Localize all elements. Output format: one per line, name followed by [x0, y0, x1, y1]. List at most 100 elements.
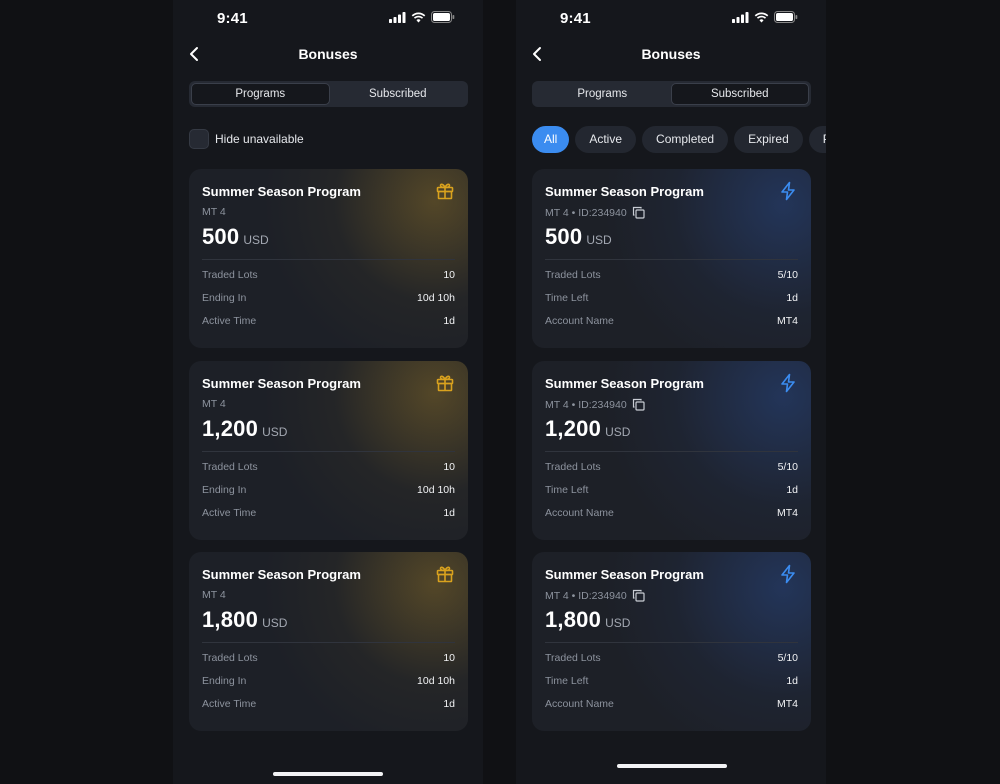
detail-label: Ending In	[202, 675, 247, 687]
wifi-icon	[754, 12, 769, 22]
filter-chip-expired[interactable]: Expired	[734, 126, 803, 153]
tab-programs[interactable]: Programs	[534, 83, 671, 105]
detail-label: Traded Lots	[545, 269, 601, 281]
card-amount: 500 USD	[202, 224, 269, 250]
status-icons	[732, 11, 798, 23]
card-title: Summer Season Program	[545, 184, 704, 199]
detail-row: Account Name MT4	[545, 315, 798, 338]
detail-value: 5/10	[777, 461, 798, 473]
hide-unavailable-checkbox[interactable]	[189, 129, 209, 149]
card-subtitle: MT 4 • ID:234940	[545, 589, 645, 602]
home-indicator[interactable]	[273, 772, 383, 776]
tab-subscribed[interactable]: Subscribed	[330, 83, 467, 105]
home-indicator[interactable]	[617, 764, 727, 768]
bonus-card[interactable]: Summer Season Program MT 4 • ID:234940 1…	[532, 552, 811, 731]
detail-label: Traded Lots	[202, 269, 258, 281]
page-title: Bonuses	[298, 46, 358, 62]
tab-programs[interactable]: Programs	[191, 83, 330, 105]
detail-value: 10d 10h	[417, 484, 455, 496]
card-subtitle: MT 4	[202, 589, 226, 601]
tab-switcher: Programs Subscribed	[532, 81, 811, 107]
amount-value: 1,800	[545, 607, 602, 632]
detail-row: Traded Lots 5/10	[545, 269, 798, 292]
hide-unavailable-row[interactable]: Hide unavailable	[189, 129, 304, 149]
detail-label: Traded Lots	[202, 461, 258, 473]
hide-unavailable-label: Hide unavailable	[215, 132, 304, 146]
filter-chip-all[interactable]: All	[532, 126, 570, 153]
phone-programs: 9:41 Bonuses Programs Subscribed Hide un…	[173, 0, 483, 784]
status-icons	[389, 11, 455, 23]
detail-value: 10	[443, 269, 455, 281]
detail-row: Active Time 1d	[202, 698, 455, 721]
amount-currency: USD	[605, 425, 631, 439]
detail-label: Ending In	[202, 292, 247, 304]
detail-value: 5/10	[777, 269, 798, 281]
card-subtitle: MT 4	[202, 398, 226, 410]
gift-icon	[436, 183, 454, 200]
detail-row: Time Left 1d	[545, 675, 798, 698]
detail-label: Active Time	[202, 507, 257, 519]
card-title: Summer Season Program	[202, 184, 361, 199]
detail-label: Active Time	[202, 315, 257, 327]
gift-icon	[436, 375, 454, 392]
card-amount: 1,800 USD	[202, 607, 287, 633]
bonus-card[interactable]: Summer Season Program MT 4 1,800 USD Tra…	[189, 552, 468, 731]
detail-value: 1d	[786, 484, 798, 496]
status-time: 9:41	[217, 10, 248, 27]
detail-row: Account Name MT4	[545, 698, 798, 721]
detail-row: Traded Lots 5/10	[545, 652, 798, 675]
detail-row: Ending In 10d 10h	[202, 292, 455, 315]
card-platform-id: MT 4 • ID:234940	[545, 206, 627, 219]
detail-label: Traded Lots	[545, 652, 601, 664]
page-title: Bonuses	[641, 46, 701, 62]
detail-value: 5/10	[777, 652, 798, 664]
detail-row: Account Name MT4	[545, 507, 798, 530]
lightning-icon	[781, 564, 795, 584]
detail-row: Active Time 1d	[202, 507, 455, 530]
phone-subscribed: 9:41 Bonuses Programs Subscribed All Act…	[516, 0, 826, 784]
copy-icon[interactable]	[632, 206, 645, 219]
filter-chip-completed[interactable]: Completed	[642, 126, 729, 153]
detail-label: Account Name	[545, 315, 614, 327]
detail-label: Time Left	[545, 484, 589, 496]
card-platform: MT 4	[202, 206, 226, 218]
bonus-card[interactable]: Summer Season Program MT 4 1,200 USD Tra…	[189, 361, 468, 540]
card-title: Summer Season Program	[202, 567, 361, 582]
card-details: Traded Lots 10 Ending In 10d 10h Active Ti…	[202, 461, 455, 530]
nav-bar: Bonuses	[516, 38, 826, 70]
card-divider	[202, 259, 455, 260]
status-bar: 9:41	[173, 0, 483, 36]
amount-currency: USD	[262, 425, 288, 439]
amount-currency: USD	[262, 616, 288, 630]
card-subtitle: MT 4 • ID:234940	[545, 206, 645, 219]
card-amount: 500 USD	[545, 224, 612, 250]
amount-value: 1,200	[202, 416, 259, 441]
detail-value: 1d	[443, 698, 455, 710]
status-time: 9:41	[560, 10, 591, 27]
bonus-card[interactable]: Summer Season Program MT 4 500 USD Trade…	[189, 169, 468, 348]
card-details: Traded Lots 10 Ending In 10d 10h Active Ti…	[202, 652, 455, 721]
detail-value: 10	[443, 461, 455, 473]
detail-label: Traded Lots	[545, 461, 601, 473]
detail-label: Active Time	[202, 698, 257, 710]
detail-row: Ending In 10d 10h	[202, 484, 455, 507]
card-amount: 1,200 USD	[202, 416, 287, 442]
bonus-card[interactable]: Summer Season Program MT 4 • ID:234940 5…	[532, 169, 811, 348]
detail-value: 10d 10h	[417, 292, 455, 304]
copy-icon[interactable]	[632, 398, 645, 411]
copy-icon[interactable]	[632, 589, 645, 602]
tab-subscribed[interactable]: Subscribed	[670, 83, 809, 105]
detail-row: Traded Lots 10	[202, 652, 455, 675]
bonus-card[interactable]: Summer Season Program MT 4 • ID:234940 1…	[532, 361, 811, 540]
amount-value: 1,200	[545, 416, 602, 441]
detail-value: 1d	[786, 675, 798, 687]
card-divider	[202, 451, 455, 452]
detail-label: Time Left	[545, 292, 589, 304]
status-bar: 9:41	[516, 0, 826, 36]
filter-chip-active[interactable]: Active	[575, 126, 637, 153]
signal-icon	[732, 11, 749, 23]
card-platform-id: MT 4 • ID:234940	[545, 398, 627, 411]
card-amount: 1,800 USD	[545, 607, 630, 633]
card-details: Traded Lots 5/10 Time Left 1d Account Name…	[545, 652, 798, 721]
filter-chip-partial[interactable]: P	[808, 126, 826, 153]
